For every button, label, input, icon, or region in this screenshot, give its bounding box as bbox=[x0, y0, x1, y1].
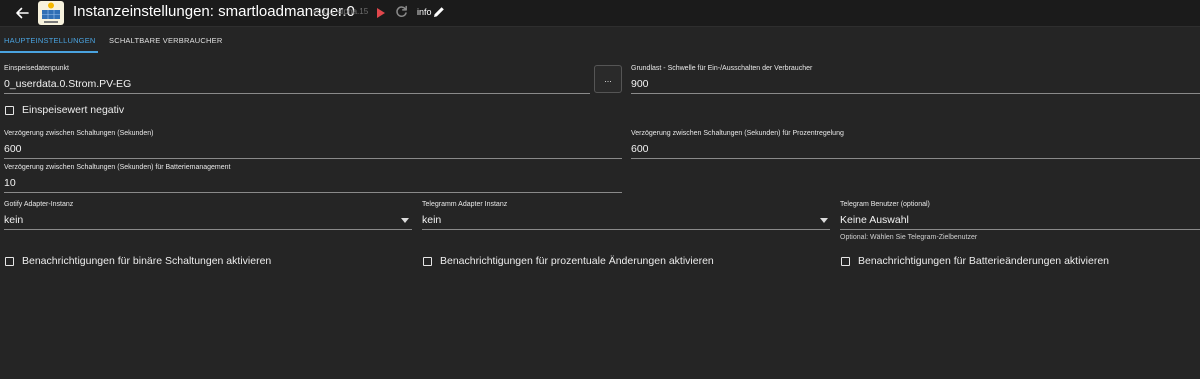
grundlast-input[interactable]: 900 bbox=[631, 78, 649, 90]
tab-main-settings[interactable]: HAUPTEINSTELLUNGEN bbox=[4, 27, 96, 54]
delay-label: Verzögerung zwischen Schaltungen (Sekund… bbox=[4, 130, 154, 137]
delay-battery-label: Verzögerung zwischen Schaltungen (Sekund… bbox=[4, 164, 231, 171]
chevron-down-icon[interactable] bbox=[820, 218, 828, 224]
gotify-underline bbox=[4, 229, 412, 230]
checkbox-box[interactable] bbox=[5, 105, 14, 115]
chevron-down-icon[interactable] bbox=[401, 218, 409, 224]
reload-button[interactable] bbox=[395, 5, 408, 18]
gotify-select[interactable]: kein bbox=[4, 214, 23, 226]
delay-battery-underline bbox=[4, 192, 622, 193]
einspeise-input[interactable]: 0_userdata.0.Strom.PV-EG bbox=[4, 78, 131, 90]
delay-percent-underline bbox=[631, 158, 1200, 159]
arrow-left-icon bbox=[16, 7, 29, 19]
delay-underline bbox=[4, 158, 622, 159]
telegram-user-underline bbox=[840, 229, 1200, 230]
refresh-icon bbox=[396, 5, 407, 17]
delay-percent-input[interactable]: 600 bbox=[631, 143, 649, 155]
telegram-instance-label: Telegramm Adapter Instanz bbox=[422, 201, 508, 208]
checkbox-box[interactable] bbox=[423, 256, 432, 266]
grundlast-label: Grundlast - Schwelle für Ein-/Ausschalte… bbox=[631, 65, 813, 72]
einspeise-label: Einspeisedatenpunkt bbox=[4, 65, 69, 72]
adapter-logo bbox=[38, 1, 64, 25]
checkbox-box[interactable] bbox=[841, 256, 850, 266]
browse-datapoint-button[interactable]: ... bbox=[594, 65, 622, 93]
percent-notify-label: Benachrichtigungen für prozentuale Änder… bbox=[440, 255, 714, 267]
telegram-user-helper: Optional: Wählen Sie Telegram-Zielbenutz… bbox=[840, 234, 978, 241]
telegram-user-select[interactable]: Keine Auswahl bbox=[840, 214, 909, 226]
tab-bar: HAUPTEINSTELLUNGEN SCHALTBARE VERBRAUCHE… bbox=[0, 27, 1200, 54]
delay-battery-input[interactable]: 10 bbox=[4, 177, 16, 189]
tab-switchable-consumers[interactable]: SCHALTBARE VERBRAUCHER bbox=[109, 27, 222, 54]
info-link[interactable]: info bbox=[417, 7, 432, 17]
telegram-instance-select[interactable]: kein bbox=[422, 214, 441, 226]
delay-input[interactable]: 600 bbox=[4, 143, 22, 155]
version-label: v0.0.1-alpha.15 bbox=[313, 7, 369, 16]
negative-feed-label: Einspeisewert negativ bbox=[22, 104, 125, 116]
play-icon bbox=[377, 8, 385, 18]
grundlast-underline bbox=[631, 93, 1200, 94]
telegram-instance-underline bbox=[422, 229, 830, 230]
delay-percent-label: Verzögerung zwischen Schaltungen (Sekund… bbox=[631, 130, 844, 137]
telegram-user-label: Telegram Benutzer (optional) bbox=[840, 201, 930, 208]
einspeise-underline bbox=[4, 93, 590, 94]
binary-notify-checkbox[interactable]: Benachrichtigungen für binäre Schaltunge… bbox=[5, 254, 271, 268]
negative-feed-checkbox[interactable]: Einspeisewert negativ bbox=[5, 103, 124, 117]
checkbox-box[interactable] bbox=[5, 256, 14, 266]
pencil-icon bbox=[434, 7, 444, 17]
binary-notify-label: Benachrichtigungen für binäre Schaltunge… bbox=[22, 255, 272, 267]
active-tab-indicator bbox=[0, 51, 98, 53]
edit-button[interactable] bbox=[433, 5, 445, 17]
battery-notify-label: Benachrichtigungen für Batterieänderunge… bbox=[858, 255, 1110, 267]
battery-notify-checkbox[interactable]: Benachrichtigungen für Batterieänderunge… bbox=[841, 254, 1109, 268]
gotify-label: Gotify Adapter-Instanz bbox=[4, 201, 74, 208]
percent-notify-checkbox[interactable]: Benachrichtigungen für prozentuale Änder… bbox=[423, 254, 714, 268]
app-header: Instanzeinstellungen: smartloadmanager.0… bbox=[0, 0, 1200, 27]
start-instance-button[interactable] bbox=[376, 6, 386, 18]
back-button[interactable] bbox=[10, 2, 34, 24]
